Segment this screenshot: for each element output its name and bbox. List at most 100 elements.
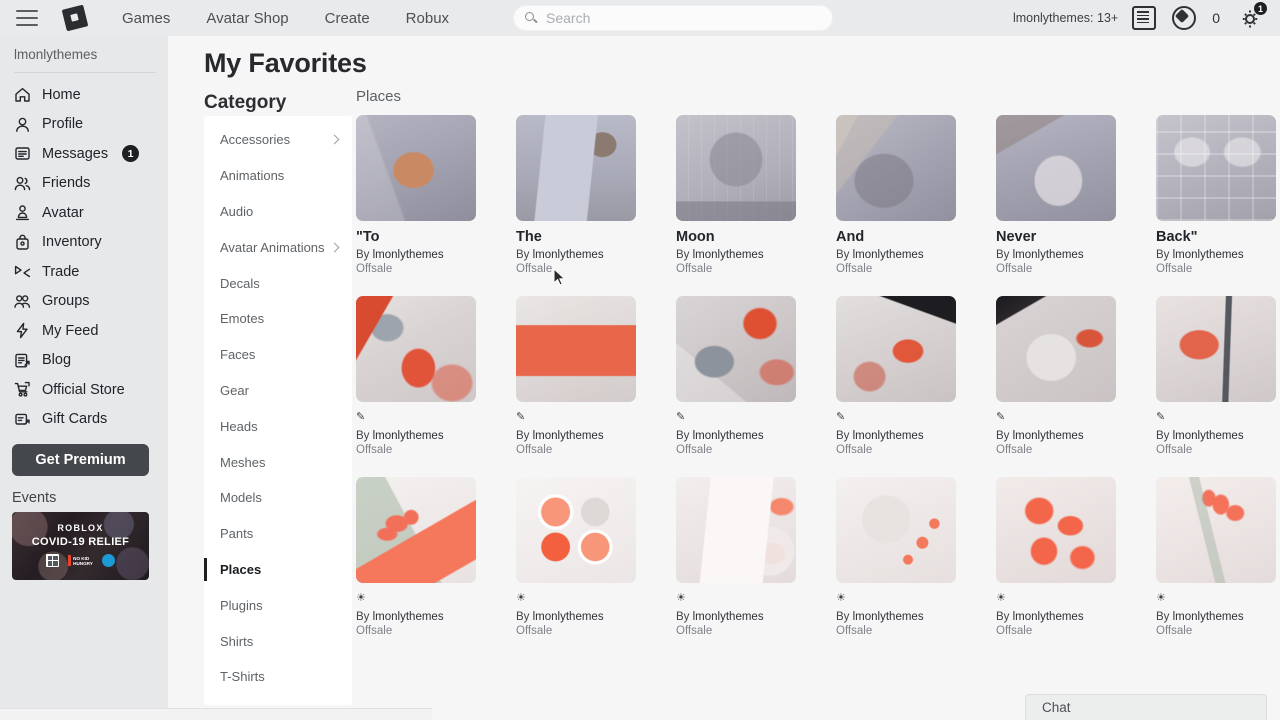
- category-item-shirts[interactable]: Shirts: [204, 623, 352, 659]
- sidebar-item-official-store[interactable]: Official Store: [0, 375, 168, 405]
- item-thumbnail[interactable]: [516, 477, 636, 583]
- sidebar-item-friends[interactable]: Friends: [0, 169, 168, 199]
- category-item-places[interactable]: Places: [204, 552, 352, 588]
- favorite-item-card[interactable]: ✎ By lmonlythemes Offsale: [676, 296, 796, 456]
- category-item-models[interactable]: Models: [204, 480, 352, 516]
- sidebar-item-gift-cards[interactable]: Gift Cards: [0, 405, 168, 435]
- creator-name[interactable]: lmonlythemes: [373, 611, 444, 623]
- get-premium-button[interactable]: Get Premium: [12, 444, 149, 476]
- item-thumbnail[interactable]: [996, 115, 1116, 221]
- item-thumbnail[interactable]: [1156, 115, 1276, 221]
- category-item-t-shirts[interactable]: T-Shirts: [204, 659, 352, 695]
- nav-link-robux[interactable]: Robux: [406, 10, 449, 27]
- sidebar-item-groups[interactable]: Groups: [0, 287, 168, 317]
- category-item-avatar-animations[interactable]: Avatar Animations: [204, 229, 352, 265]
- category-item-meshes[interactable]: Meshes: [204, 444, 352, 480]
- favorite-item-card[interactable]: ☀ By lmonlythemes Offsale: [516, 477, 636, 637]
- category-item-label: Decals: [220, 275, 260, 291]
- creator-name[interactable]: lmonlythemes: [1173, 249, 1244, 261]
- category-item-gear[interactable]: Gear: [204, 373, 352, 409]
- favorite-item-card[interactable]: ✎ By lmonlythemes Offsale: [1156, 296, 1276, 456]
- item-thumbnail[interactable]: [996, 477, 1116, 583]
- category-item-heads[interactable]: Heads: [204, 408, 352, 444]
- gear-icon[interactable]: 1: [1238, 2, 1267, 31]
- item-thumbnail[interactable]: [1156, 477, 1276, 583]
- item-thumbnail[interactable]: [836, 115, 956, 221]
- creator-name[interactable]: lmonlythemes: [373, 249, 444, 261]
- sidebar-item-inventory[interactable]: Inventory: [0, 228, 168, 258]
- creator-name[interactable]: lmonlythemes: [693, 249, 764, 261]
- favorite-item-card[interactable]: ☀ By lmonlythemes Offsale: [1156, 477, 1276, 637]
- creator-name[interactable]: lmonlythemes: [1013, 611, 1084, 623]
- item-thumbnail[interactable]: [516, 296, 636, 402]
- favorite-item-card[interactable]: ☀ By lmonlythemes Offsale: [676, 477, 796, 637]
- events-banner[interactable]: ROBLOX COVID-19 RELIEF NO KID HUNGRY: [12, 512, 149, 580]
- sidebar-item-avatar[interactable]: Avatar: [0, 198, 168, 228]
- creator-name[interactable]: lmonlythemes: [853, 430, 924, 442]
- roblox-logo-icon[interactable]: [61, 4, 89, 32]
- creator-name[interactable]: lmonlythemes: [853, 611, 924, 623]
- sidebar-item-label: Home: [42, 86, 81, 103]
- creator-name[interactable]: lmonlythemes: [853, 249, 924, 261]
- favorite-item-card[interactable]: And By lmonlythemes Offsale: [836, 115, 956, 275]
- sidebar-item-profile[interactable]: Profile: [0, 110, 168, 140]
- sidebar-item-blog[interactable]: Blog: [0, 346, 168, 376]
- category-item-animations[interactable]: Animations: [204, 158, 352, 194]
- favorite-item-card[interactable]: The By lmonlythemes Offsale: [516, 115, 636, 275]
- sidebar-username[interactable]: lmonlythemes: [0, 36, 168, 72]
- section-label-places: Places: [356, 88, 402, 105]
- favorite-item-card[interactable]: ☀ By lmonlythemes Offsale: [996, 477, 1116, 637]
- category-item-faces[interactable]: Faces: [204, 337, 352, 373]
- nav-link-create[interactable]: Create: [325, 10, 370, 27]
- favorite-item-card[interactable]: Moon By lmonlythemes Offsale: [676, 115, 796, 275]
- search-input[interactable]: [546, 10, 832, 26]
- favorite-item-card[interactable]: ☀ By lmonlythemes Offsale: [836, 477, 956, 637]
- creator-name[interactable]: lmonlythemes: [1013, 249, 1084, 261]
- creator-name[interactable]: lmonlythemes: [533, 611, 604, 623]
- item-thumbnail[interactable]: [996, 296, 1116, 402]
- robux-icon[interactable]: [1172, 6, 1197, 30]
- item-thumbnail[interactable]: [356, 477, 476, 583]
- category-item-emotes[interactable]: Emotes: [204, 301, 352, 337]
- sidebar-item-trade[interactable]: Trade: [0, 257, 168, 287]
- feed-list-icon[interactable]: [1132, 6, 1157, 30]
- nav-link-games[interactable]: Games: [122, 10, 170, 27]
- item-thumbnail[interactable]: [836, 296, 956, 402]
- creator-name[interactable]: lmonlythemes: [1173, 611, 1244, 623]
- nav-link-avatar-shop[interactable]: Avatar Shop: [206, 10, 288, 27]
- favorite-item-card[interactable]: Back" By lmonlythemes Offsale: [1156, 115, 1276, 275]
- favorite-item-card[interactable]: ☀ By lmonlythemes Offsale: [356, 477, 476, 637]
- category-item-accessories[interactable]: Accessories: [204, 122, 352, 158]
- search-bar[interactable]: [513, 5, 833, 31]
- item-thumbnail[interactable]: [516, 115, 636, 221]
- creator-name[interactable]: lmonlythemes: [693, 611, 764, 623]
- favorite-item-card[interactable]: Never By lmonlythemes Offsale: [996, 115, 1116, 275]
- creator-name[interactable]: lmonlythemes: [373, 430, 444, 442]
- sidebar-item-messages[interactable]: Messages 1: [0, 139, 168, 169]
- creator-name[interactable]: lmonlythemes: [1013, 430, 1084, 442]
- category-item-plugins[interactable]: Plugins: [204, 587, 352, 623]
- category-item-pants[interactable]: Pants: [204, 516, 352, 552]
- creator-name[interactable]: lmonlythemes: [693, 430, 764, 442]
- category-item-decals[interactable]: Decals: [204, 265, 352, 301]
- item-thumbnail[interactable]: [676, 477, 796, 583]
- favorite-item-card[interactable]: "To By lmonlythemes Offsale: [356, 115, 476, 275]
- item-thumbnail[interactable]: [676, 115, 796, 221]
- creator-name[interactable]: lmonlythemes: [1173, 430, 1244, 442]
- hamburger-menu-icon[interactable]: [16, 10, 38, 26]
- item-thumbnail[interactable]: [836, 477, 956, 583]
- category-item-audio[interactable]: Audio: [204, 194, 352, 230]
- favorite-item-card[interactable]: ✎ By lmonlythemes Offsale: [836, 296, 956, 456]
- creator-name[interactable]: lmonlythemes: [533, 249, 604, 261]
- favorite-item-card[interactable]: ✎ By lmonlythemes Offsale: [356, 296, 476, 456]
- favorite-item-card[interactable]: ✎ By lmonlythemes Offsale: [516, 296, 636, 456]
- favorite-item-card[interactable]: ✎ By lmonlythemes Offsale: [996, 296, 1116, 456]
- item-thumbnail[interactable]: [676, 296, 796, 402]
- sidebar-item-my-feed[interactable]: My Feed: [0, 316, 168, 346]
- chat-dock[interactable]: Chat: [1025, 694, 1267, 720]
- creator-name[interactable]: lmonlythemes: [533, 430, 604, 442]
- item-thumbnail[interactable]: [356, 115, 476, 221]
- item-thumbnail[interactable]: [356, 296, 476, 402]
- sidebar-item-home[interactable]: Home: [0, 80, 168, 110]
- item-thumbnail[interactable]: [1156, 296, 1276, 402]
